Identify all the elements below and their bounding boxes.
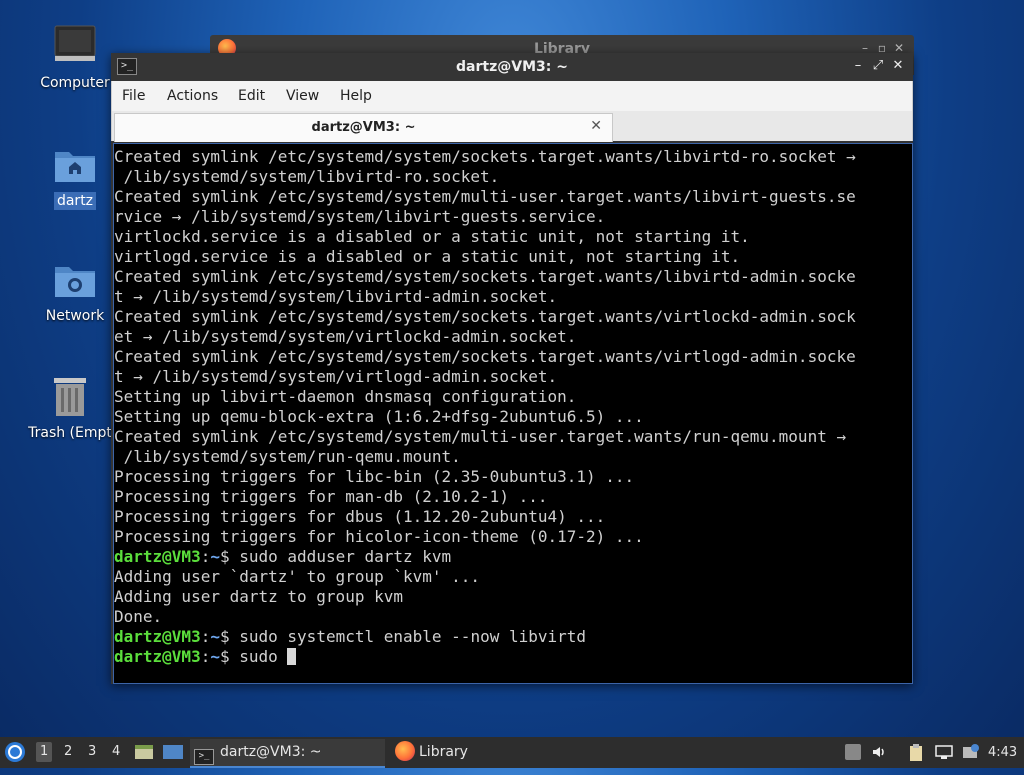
maximize-icon[interactable]: ⤢ <box>869 57 887 75</box>
clock[interactable]: 4:43 <box>988 737 1017 768</box>
minimize-icon[interactable]: – <box>849 57 867 75</box>
tab-close-icon[interactable]: ✕ <box>590 118 602 134</box>
start-menu-button[interactable] <box>4 737 28 768</box>
menu-bar: File Actions Edit View Help <box>111 81 913 111</box>
prompt-user: dartz@VM3 <box>114 627 201 646</box>
workspace-4[interactable]: 4 <box>112 744 120 759</box>
terminal-output-lines: Created symlink /etc/systemd/system/sock… <box>114 147 856 546</box>
update-notifier-icon[interactable] <box>845 744 861 760</box>
taskbar: 1 2 3 4 >_ dartz@VM3: ~ Library 4:43 <box>0 737 1024 768</box>
workspace-3[interactable]: 3 <box>88 744 96 759</box>
desktop-icon-network[interactable]: Network <box>25 255 125 325</box>
desktop-icon-home-folder[interactable]: dartz <box>25 140 125 210</box>
close-icon[interactable]: ✕ <box>889 57 907 75</box>
task-label: dartz@VM3: ~ <box>220 744 322 760</box>
prompt-path: ~ <box>210 627 220 646</box>
firefox-icon <box>395 741 415 761</box>
file-manager-launcher[interactable] <box>134 737 154 768</box>
home-folder-icon <box>51 140 99 188</box>
desktop-icon-label: dartz <box>53 192 97 210</box>
desktop-icon-computer[interactable]: Computer <box>25 22 125 92</box>
desktop-icon <box>163 745 183 759</box>
command-1-output: Adding user `dartz' to group `kvm' ... A… <box>114 567 481 626</box>
prompt-path: ~ <box>210 647 220 666</box>
volume-icon[interactable] <box>871 744 887 760</box>
desktop-icon-label: Trash (Empt <box>28 425 112 441</box>
menu-file[interactable]: File <box>122 88 145 104</box>
notification-icon[interactable] <box>962 744 979 760</box>
desktop-icon-trash[interactable]: Trash (Empt <box>20 372 120 442</box>
workspace-2[interactable]: 2 <box>64 744 72 759</box>
prompt-user: dartz@VM3 <box>114 547 201 566</box>
network-folder-icon <box>51 255 99 303</box>
tab-label: dartz@VM3: ~ <box>311 120 416 135</box>
prompt-path: ~ <box>210 547 220 566</box>
computer-icon <box>51 22 99 70</box>
menu-help[interactable]: Help <box>340 88 372 104</box>
window-title: dartz@VM3: ~ <box>456 59 568 75</box>
terminal-window[interactable]: >_ dartz@VM3: ~ – ⤢ ✕ File Actions Edit … <box>111 53 913 684</box>
command-line-1: sudo adduser dartz kvm <box>239 547 452 566</box>
clipboard-icon[interactable] <box>908 744 924 761</box>
file-manager-icon <box>135 745 153 759</box>
menu-actions[interactable]: Actions <box>167 88 218 104</box>
workspace-1[interactable]: 1 <box>36 742 53 762</box>
prompt-user: dartz@VM3 <box>114 647 201 666</box>
window-titlebar[interactable]: >_ dartz@VM3: ~ – ⤢ ✕ <box>111 53 913 81</box>
trash-icon <box>46 372 94 420</box>
task-terminal[interactable]: >_ dartz@VM3: ~ <box>190 739 385 768</box>
terminal-output[interactable]: Created symlink /etc/systemd/system/sock… <box>113 143 913 684</box>
menu-view[interactable]: View <box>286 88 319 104</box>
task-firefox[interactable]: Library <box>393 739 573 766</box>
tab-terminal[interactable]: dartz@VM3: ~ ✕ <box>114 113 613 142</box>
menu-edit[interactable]: Edit <box>238 88 265 104</box>
text-cursor <box>287 648 297 665</box>
tab-bar: dartz@VM3: ~ ✕ <box>111 111 913 142</box>
show-desktop-button[interactable] <box>162 737 184 768</box>
command-line-2: sudo systemctl enable --now libvirtd <box>239 627 587 646</box>
lubuntu-logo-icon <box>5 742 25 762</box>
task-label: Library <box>419 744 468 760</box>
network-icon[interactable] <box>935 744 953 760</box>
desktop-icon-label: Computer <box>40 75 110 91</box>
command-input[interactable]: sudo <box>239 647 287 666</box>
terminal-icon: >_ <box>194 749 214 765</box>
desktop-icon-label: Network <box>45 308 105 324</box>
